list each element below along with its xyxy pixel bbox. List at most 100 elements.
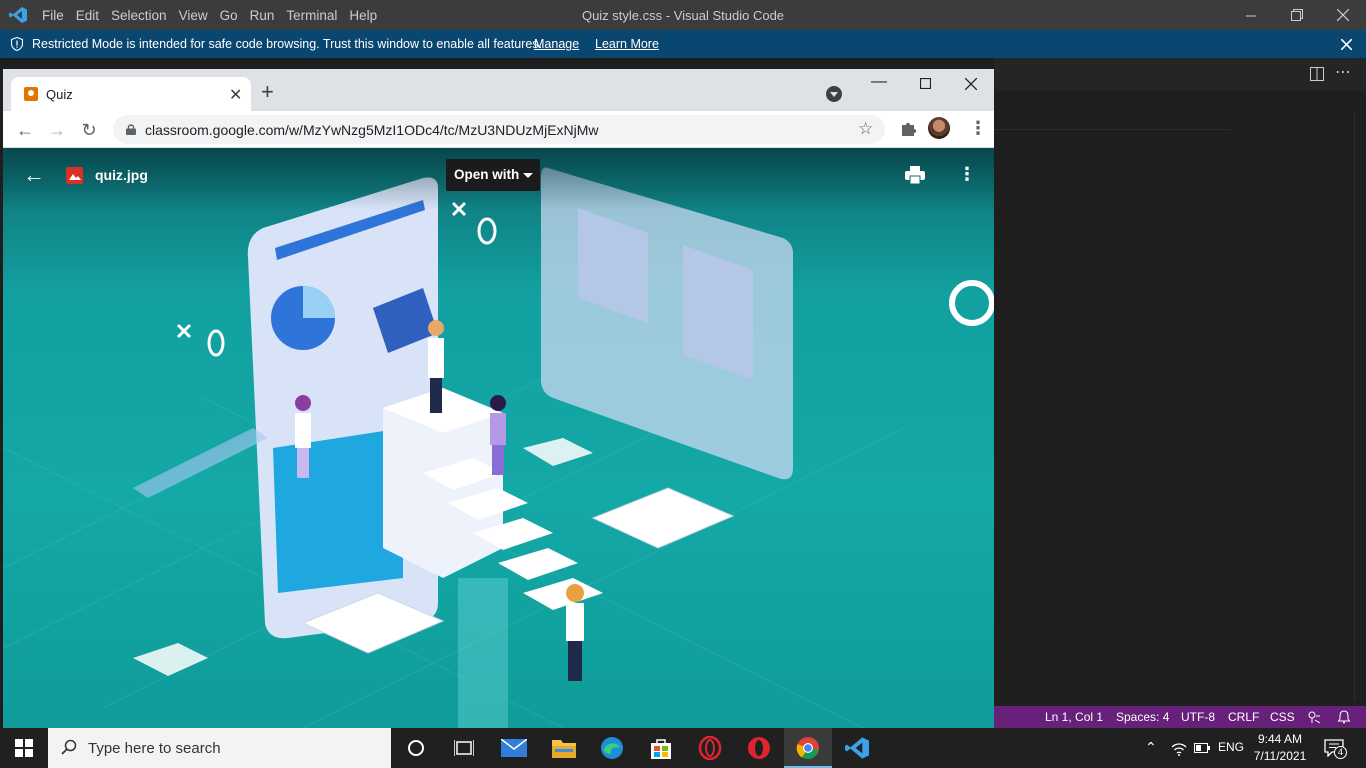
clock-time: 9:44 AM xyxy=(1257,732,1303,746)
profile-avatar[interactable] xyxy=(928,117,950,139)
opera-gx-button[interactable] xyxy=(735,728,783,768)
tab-title: Quiz xyxy=(46,87,73,102)
task-view-icon xyxy=(454,740,474,756)
chrome-minimize-button[interactable]: — xyxy=(856,73,902,99)
chrome-tab-strip: Quiz ✕ + — xyxy=(3,69,994,111)
back-button[interactable]: ← xyxy=(14,119,36,141)
search-placeholder: Type here to search xyxy=(88,740,221,757)
status-cursor-position[interactable]: Ln 1, Col 1 xyxy=(1045,710,1103,724)
status-language[interactable]: CSS xyxy=(1270,710,1295,724)
close-icon xyxy=(1339,38,1353,51)
reload-button[interactable]: ↻ xyxy=(78,119,100,141)
menu-go[interactable]: Go xyxy=(220,8,248,23)
tab-close-icon[interactable]: ✕ xyxy=(229,85,242,105)
tab-search-icon[interactable] xyxy=(826,86,842,102)
file-explorer-button[interactable] xyxy=(540,728,588,768)
file-viewer: ← quiz.jpg Open with ⋮ xyxy=(3,148,994,728)
notifications-bell-icon[interactable] xyxy=(1337,710,1351,724)
edge-icon xyxy=(601,737,623,759)
banner-message: Restricted Mode is intended for safe cod… xyxy=(32,37,542,51)
start-button[interactable] xyxy=(0,728,48,768)
banner-close-button[interactable] xyxy=(1336,33,1356,55)
vscode-titlebar: File Edit Selection View Go Run Terminal… xyxy=(0,0,1366,30)
clock-date: 7/11/2021 xyxy=(1253,749,1307,763)
chrome-close-button[interactable] xyxy=(948,73,994,99)
viewer-back-arrow-icon[interactable]: ← xyxy=(23,162,45,188)
editor-area[interactable] xyxy=(994,91,1366,706)
maximize-icon xyxy=(919,77,931,90)
cortana-button[interactable] xyxy=(392,728,440,768)
address-bar[interactable]: classroom.google.com/w/MzYwNzg5MzI1ODc4/… xyxy=(113,115,885,144)
action-center-button[interactable]: 4 xyxy=(1322,738,1347,760)
chrome-toolbar: ← → ↻ classroom.google.com/w/MzYwNzg5MzI… xyxy=(3,111,994,148)
feedback-icon[interactable] xyxy=(1307,710,1321,724)
folder-icon xyxy=(552,740,576,758)
wifi-icon[interactable] xyxy=(1171,742,1187,756)
taskbar-search-box[interactable]: Type here to search xyxy=(48,728,391,768)
chrome-window: Quiz ✕ + — ← → ↻ classroom.google.com/w/… xyxy=(3,69,994,728)
menu-view[interactable]: View xyxy=(179,8,218,23)
shield-icon xyxy=(11,37,23,51)
classroom-favicon-icon xyxy=(24,87,38,101)
close-window-button[interactable] xyxy=(1320,0,1366,30)
browser-tab-quiz[interactable]: Quiz ✕ xyxy=(11,77,251,111)
editor-scrollbar[interactable] xyxy=(1354,111,1360,701)
image-file-icon xyxy=(66,167,83,184)
menu-terminal[interactable]: Terminal xyxy=(286,8,347,23)
close-icon xyxy=(1337,9,1349,21)
mail-app-button[interactable] xyxy=(490,728,538,768)
input-language[interactable]: ENG xyxy=(1218,740,1244,754)
task-view-button[interactable] xyxy=(440,728,488,768)
print-icon[interactable] xyxy=(905,166,925,184)
chevron-down-icon xyxy=(523,173,533,178)
chrome-menu-icon[interactable]: ⋮ xyxy=(969,118,987,139)
status-eol[interactable]: CRLF xyxy=(1228,710,1259,724)
battery-icon[interactable] xyxy=(1194,743,1210,753)
extensions-puzzle-icon[interactable] xyxy=(900,120,918,138)
editor-tab-bar: ⋯ xyxy=(994,58,1366,91)
status-encoding[interactable]: UTF-8 xyxy=(1181,710,1215,724)
status-indentation[interactable]: Spaces: 4 xyxy=(1116,710,1169,724)
menu-selection[interactable]: Selection xyxy=(111,8,177,23)
split-editor-icon[interactable] xyxy=(1310,67,1324,81)
opera-button[interactable] xyxy=(686,728,734,768)
menu-edit[interactable]: Edit xyxy=(76,8,109,23)
vscode-taskbar-button[interactable] xyxy=(833,728,881,768)
manage-link[interactable]: Manage xyxy=(534,37,579,51)
editor-line-highlight xyxy=(994,129,1230,130)
vscode-icon xyxy=(845,737,869,759)
open-with-button[interactable]: Open with xyxy=(446,159,540,191)
show-hidden-icons-chevron-icon[interactable]: ⌃ xyxy=(1145,739,1157,756)
store-bag-icon xyxy=(651,739,671,759)
restore-button[interactable] xyxy=(1274,0,1320,30)
minimize-button[interactable] xyxy=(1228,0,1274,30)
menu-bar: File Edit Selection View Go Run Terminal… xyxy=(42,0,389,30)
status-bar: Ln 1, Col 1 Spaces: 4 UTF-8 CRLF CSS xyxy=(994,706,1366,728)
url-text: classroom.google.com/w/MzYwNzg5MzI1ODc4/… xyxy=(145,122,599,138)
chrome-taskbar-button[interactable] xyxy=(784,728,832,768)
clock[interactable]: 9:44 AM 7/11/2021 xyxy=(1252,731,1308,765)
edge-browser-button[interactable] xyxy=(588,728,636,768)
search-icon xyxy=(61,739,77,755)
restricted-mode-banner: Restricted Mode is intended for safe cod… xyxy=(0,30,1366,58)
notification-count-badge: 4 xyxy=(1334,746,1347,759)
minimize-icon xyxy=(1245,15,1256,16)
viewer-more-options-icon[interactable]: ⋮ xyxy=(958,164,976,185)
lock-icon[interactable] xyxy=(126,124,136,135)
chrome-maximize-button[interactable] xyxy=(902,73,948,99)
forward-button[interactable]: → xyxy=(46,119,68,141)
restore-icon xyxy=(1291,9,1303,21)
bookmark-star-icon[interactable]: ☆ xyxy=(858,119,873,139)
learn-more-link[interactable]: Learn More xyxy=(595,37,659,51)
more-actions-icon[interactable]: ⋯ xyxy=(1335,62,1351,82)
windows-taskbar: Type here to search ⌃ ENG 9:44 AM 7/11/2… xyxy=(0,728,1366,768)
opera-red-icon xyxy=(748,737,770,759)
menu-run[interactable]: Run xyxy=(250,8,285,23)
quiz-illustration-image xyxy=(3,167,994,728)
new-tab-button[interactable]: + xyxy=(261,81,274,103)
menu-help[interactable]: Help xyxy=(349,8,387,23)
open-with-label: Open with xyxy=(454,167,520,182)
cortana-circle-icon xyxy=(408,740,424,756)
menu-file[interactable]: File xyxy=(42,8,74,23)
store-button[interactable] xyxy=(637,728,685,768)
